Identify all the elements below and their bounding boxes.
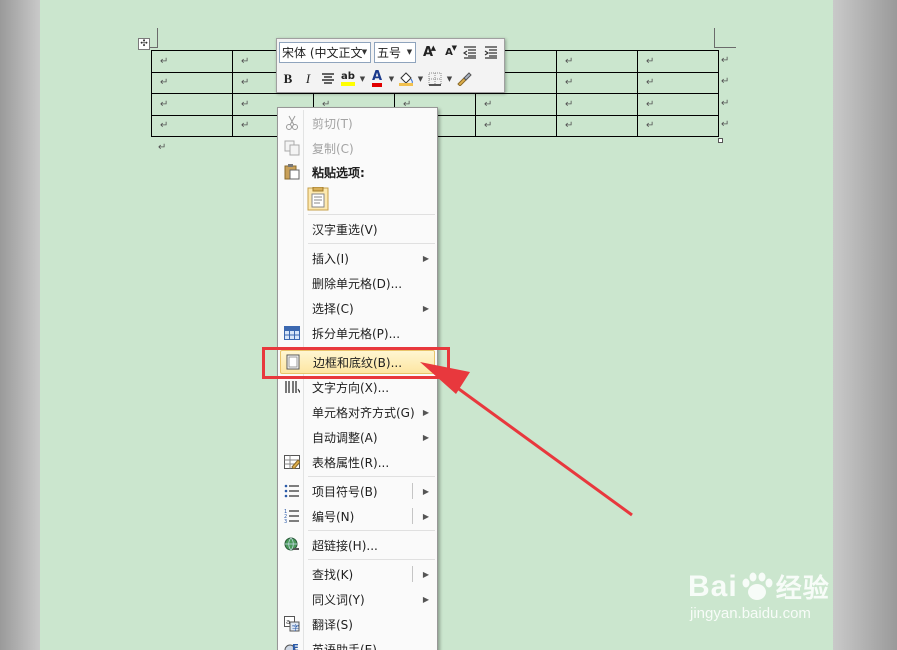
annotation-arrow-icon <box>420 362 633 517</box>
watermark-brand: Bai <box>688 569 738 603</box>
paw-logo-icon <box>742 572 773 600</box>
watermark-suffix: 经验 <box>775 573 830 603</box>
baidu-watermark: Bai 经验 jingyan.baidu.com <box>688 568 830 623</box>
watermark-url: jingyan.baidu.com <box>690 605 811 622</box>
